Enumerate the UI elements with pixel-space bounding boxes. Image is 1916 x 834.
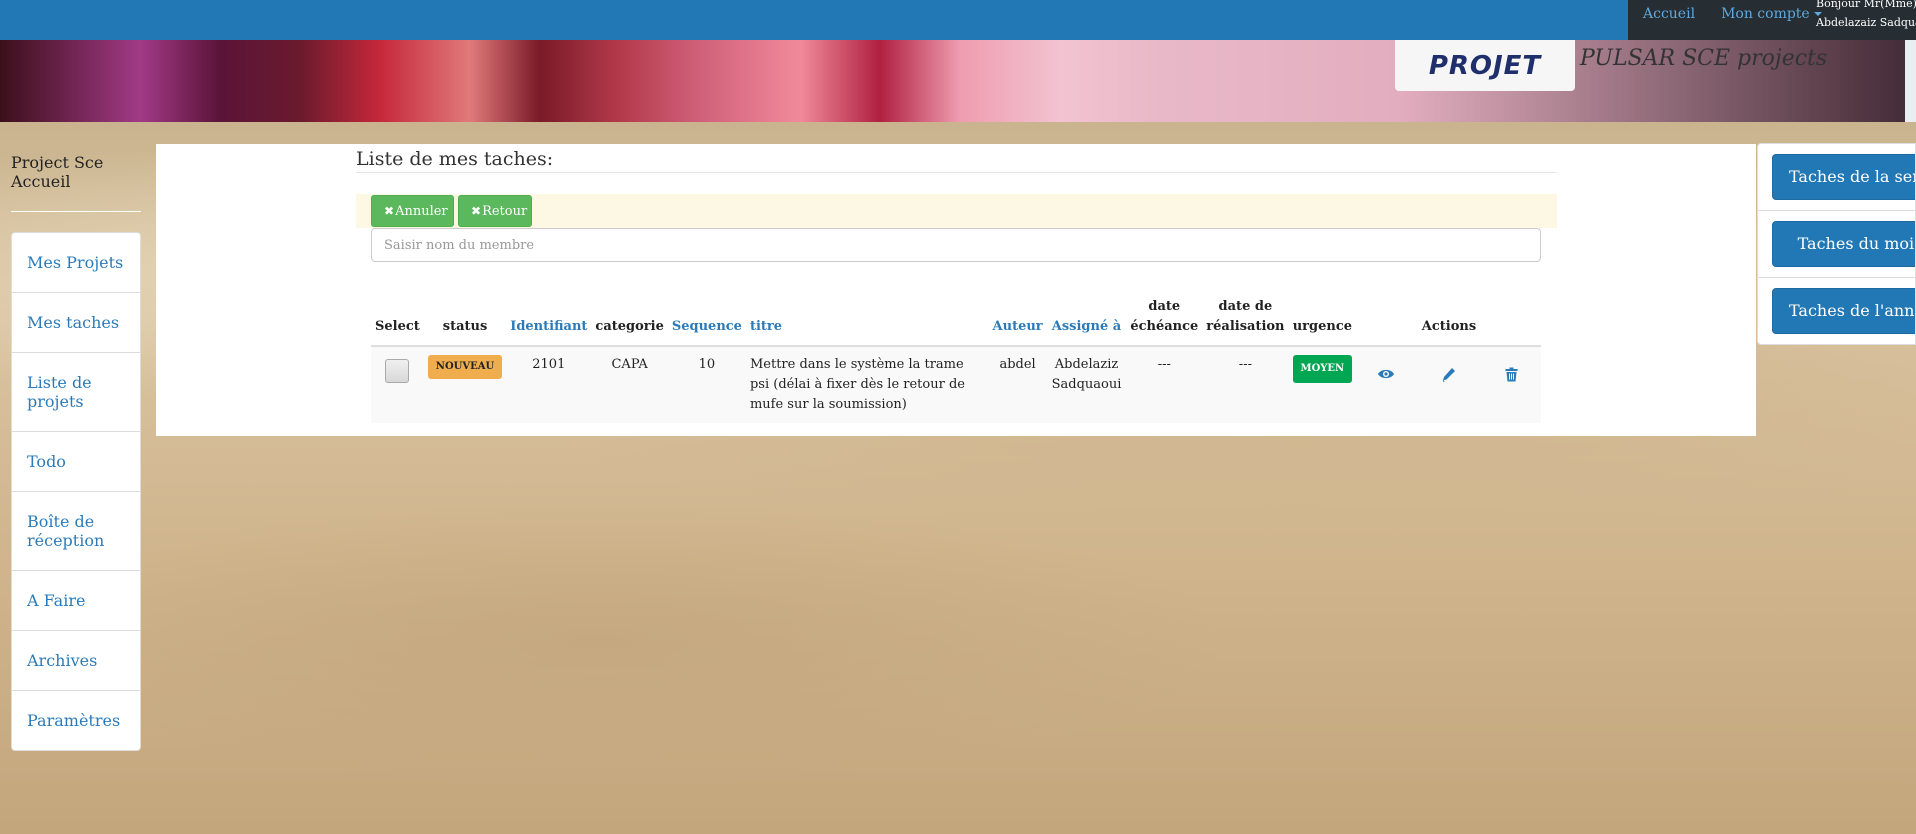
cell-date-realisation: --- xyxy=(1202,346,1289,423)
right-item-semaine: Taches de la semaine xyxy=(1758,144,1915,211)
tasks-table: Select status Identifiant categorie Sequ… xyxy=(371,284,1541,423)
annuler-label: Annuler xyxy=(395,204,448,219)
nav-mon-compte-label: Mon compte xyxy=(1721,6,1810,22)
header-date-echeance: date échéance xyxy=(1126,284,1203,347)
right-shortcuts-panel: Taches de la semaine Taches du mois Tach… xyxy=(1757,143,1916,345)
header-urgence: urgence xyxy=(1288,284,1357,347)
header-date-realisation: date de réalisation xyxy=(1202,284,1289,347)
header-assigne[interactable]: Assigné à xyxy=(1046,284,1127,347)
header-select: Select xyxy=(371,284,424,347)
table-row: NOUVEAU 2101 CAPA 10 Mettre dans le syst… xyxy=(371,346,1541,423)
right-item-annee: Taches de l'année xyxy=(1758,278,1915,344)
sidebar-item-parametres[interactable]: Paramètres xyxy=(12,691,140,750)
sidebar-item-mes-projets[interactable]: Mes Projets xyxy=(12,233,140,293)
cell-select xyxy=(371,346,424,423)
cell-categorie: CAPA xyxy=(591,346,668,423)
project-logo[interactable]: PROJET xyxy=(1395,40,1575,91)
header-actions: Actions xyxy=(1416,284,1482,347)
cell-date-echeance: --- xyxy=(1126,346,1203,423)
cell-urgence: MOYEN xyxy=(1288,346,1357,423)
user-name: Abdelazaiz Sadquaoui xyxy=(1816,16,1916,29)
nav-mon-compte-dropdown[interactable]: Mon compte xyxy=(1721,0,1822,22)
main-panel: Liste de mes taches: ✖Annuler ✖Retour Se… xyxy=(156,144,1756,436)
header-status: status xyxy=(423,284,507,347)
sidebar-item-mes-taches[interactable]: Mes taches xyxy=(12,293,140,353)
nav-right-section: Accueil Mon compte Bonjour Mr(Mme) Abdel… xyxy=(1628,0,1916,40)
sidebar-item-a-faire[interactable]: A Faire xyxy=(12,571,140,631)
banner-edge xyxy=(1905,40,1916,122)
header-identifiant[interactable]: Identifiant xyxy=(506,284,592,347)
urgence-badge: MOYEN xyxy=(1292,355,1353,383)
header-auteur[interactable]: Auteur xyxy=(988,284,1047,347)
annuler-button[interactable]: ✖Annuler xyxy=(371,195,454,227)
greeting-text: Bonjour Mr(Mme) xyxy=(1816,0,1916,10)
sidebar-title: Project Sce Accueil xyxy=(11,153,104,191)
top-navbar: Accueil Mon compte Bonjour Mr(Mme) Abdel… xyxy=(0,0,1916,40)
cell-titre: Mettre dans le système la trame psi (dél… xyxy=(745,346,989,423)
header-titre[interactable]: titre xyxy=(745,284,989,347)
sidebar-item-boite-de-reception[interactable]: Boîte de réception xyxy=(12,492,140,571)
delete-trash-icon[interactable] xyxy=(1505,367,1518,389)
user-greeting: Bonjour Mr(Mme) Abdelazaiz Sadquaoui xyxy=(1816,0,1916,32)
taches-semaine-button[interactable]: Taches de la semaine xyxy=(1772,154,1915,200)
sidebar-divider xyxy=(11,211,141,212)
taches-annee-button[interactable]: Taches de l'année xyxy=(1772,288,1915,334)
page-title: Liste de mes taches: xyxy=(356,148,554,170)
header-actions-view xyxy=(1356,284,1417,347)
sidebar-item-archives[interactable]: Archives xyxy=(12,631,140,691)
cell-auteur: abdel xyxy=(988,346,1047,423)
close-x-icon: ✖ xyxy=(384,204,395,218)
right-item-mois: Taches du mois xyxy=(1758,211,1915,278)
taches-mois-button[interactable]: Taches du mois xyxy=(1772,221,1915,267)
action-toolbar: ✖Annuler ✖Retour xyxy=(356,194,1557,228)
header-categorie: categorie xyxy=(591,284,668,347)
sidebar-item-todo[interactable]: Todo xyxy=(12,432,140,492)
title-divider xyxy=(356,172,1557,173)
cell-action-delete xyxy=(1481,346,1541,423)
retour-label: Retour xyxy=(482,204,528,219)
nav-accueil-link[interactable]: Accueil xyxy=(1643,0,1695,22)
retour-button[interactable]: ✖Retour xyxy=(458,195,532,227)
cell-status: NOUVEAU xyxy=(423,346,507,423)
table-header-row: Select status Identifiant categorie Sequ… xyxy=(371,284,1541,347)
member-search-input[interactable] xyxy=(371,228,1541,262)
close-x-icon: ✖ xyxy=(471,204,482,218)
cell-sequence: 10 xyxy=(667,346,746,423)
cell-action-view xyxy=(1356,346,1417,423)
cell-assigne: Abdelaziz Sadquaoui xyxy=(1046,346,1127,423)
status-badge: NOUVEAU xyxy=(427,355,503,379)
sidebar-item-liste-de-projets[interactable]: Liste de projets xyxy=(12,353,140,432)
row-select-checkbox[interactable] xyxy=(385,359,410,383)
edit-pencil-icon[interactable] xyxy=(1442,367,1456,390)
header-sequence[interactable]: Sequence xyxy=(667,284,746,347)
cell-action-edit xyxy=(1416,346,1482,423)
brand-title: PULSAR SCE projects xyxy=(1580,46,1828,71)
logo-text: PROJET xyxy=(1428,50,1542,81)
cell-identifiant: 2101 xyxy=(506,346,592,423)
sidebar-menu: Mes Projets Mes taches Liste de projets … xyxy=(11,232,141,751)
view-eye-icon[interactable] xyxy=(1377,367,1395,387)
header-actions-delete xyxy=(1481,284,1541,347)
